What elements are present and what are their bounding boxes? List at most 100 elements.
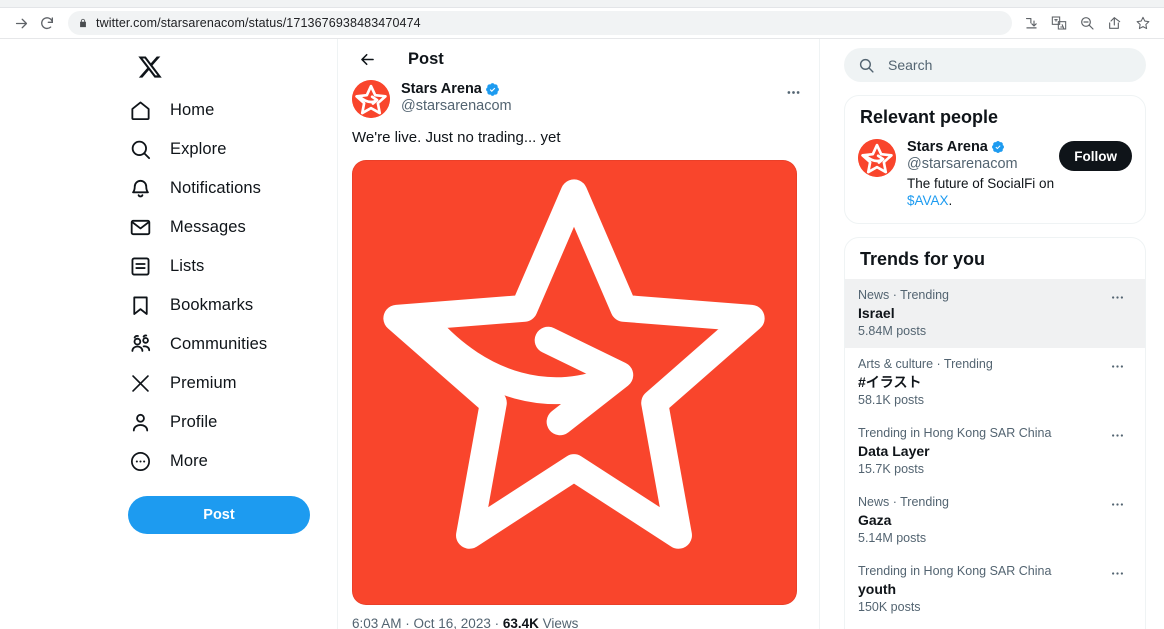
trend-row[interactable]: News · Trending Gaza 5.14M posts bbox=[845, 486, 1145, 555]
browser-tab-strip bbox=[0, 0, 1164, 8]
post-header: Post bbox=[338, 39, 819, 74]
sidebar-item-notifications[interactable]: Notifications bbox=[128, 169, 277, 208]
more-horizontal-icon[interactable] bbox=[1104, 425, 1130, 445]
post-timestamp-views: 6:03 AM · Oct 16, 2023 · 63.4K Views bbox=[338, 605, 819, 629]
post-author-row: Stars Arena @starsarenacom bbox=[338, 74, 819, 118]
post-views-label: Views bbox=[538, 616, 579, 629]
verified-badge-icon bbox=[485, 82, 500, 97]
search-icon bbox=[128, 137, 153, 162]
list-icon bbox=[128, 254, 153, 279]
avatar[interactable] bbox=[352, 80, 390, 118]
forward-arrow-icon[interactable] bbox=[8, 10, 34, 36]
follow-button[interactable]: Follow bbox=[1059, 141, 1132, 171]
trend-category: News · Trending bbox=[858, 495, 950, 509]
relevant-person-info: Stars Arena @starsarenacom The future of… bbox=[907, 139, 1059, 209]
trend-name: Gaza bbox=[858, 512, 892, 528]
sidebar-item-profile[interactable]: Profile bbox=[128, 403, 233, 442]
trend-post-count: 5.14M posts bbox=[858, 531, 927, 545]
sidebar-item-more[interactable]: More bbox=[128, 442, 224, 481]
sidebar-item-label: Notifications bbox=[170, 179, 261, 197]
post-media-image[interactable] bbox=[352, 160, 797, 605]
post-author-names: Stars Arena @starsarenacom bbox=[401, 80, 779, 114]
more-horizontal-icon[interactable] bbox=[1104, 287, 1130, 307]
zoom-out-icon[interactable] bbox=[1074, 10, 1100, 36]
trend-content: News · Trending Gaza 5.14M posts bbox=[858, 494, 1104, 546]
trend-row[interactable]: Trending in Hong Kong SAR China youth 15… bbox=[845, 555, 1145, 624]
translate-icon[interactable] bbox=[1046, 10, 1072, 36]
search-input[interactable] bbox=[888, 57, 1132, 73]
trend-row[interactable]: News · Trending Israel 5.84M posts bbox=[845, 279, 1145, 348]
trend-category: Trending in Hong Kong SAR China bbox=[858, 426, 1052, 440]
trend-row[interactable]: Trending in Hong Kong SAR China Islamic … bbox=[845, 624, 1145, 629]
sidebar-item-lists[interactable]: Lists bbox=[128, 247, 220, 286]
home-icon bbox=[128, 98, 153, 123]
people-icon bbox=[128, 332, 153, 357]
relevant-people-title: Relevant people bbox=[860, 107, 999, 127]
trend-row[interactable]: Trending in Hong Kong SAR China Data Lay… bbox=[845, 417, 1145, 486]
relevant-person-display-name: Stars Arena bbox=[907, 139, 988, 155]
trend-content: Arts & culture · Trending #イラスト 58.1K po… bbox=[858, 356, 1104, 408]
sidebar-item-bookmarks[interactable]: Bookmarks bbox=[128, 286, 269, 325]
bookmark-icon bbox=[128, 293, 153, 318]
address-bar[interactable]: twitter.com/starsarenacom/status/1713676… bbox=[68, 11, 1012, 35]
bell-icon bbox=[128, 176, 153, 201]
share-icon[interactable] bbox=[1102, 10, 1128, 36]
page-title: Post bbox=[408, 49, 444, 68]
sidebar-item-label: Bookmarks bbox=[170, 296, 254, 314]
browser-toolbar: twitter.com/starsarenacom/status/1713676… bbox=[0, 8, 1164, 39]
bio-suffix: . bbox=[948, 193, 953, 208]
trend-content: Trending in Hong Kong SAR China Data Lay… bbox=[858, 425, 1104, 477]
sidebar-item-label: Home bbox=[170, 101, 215, 119]
sidebar-item-label: Messages bbox=[170, 218, 246, 236]
trend-name: Data Layer bbox=[858, 443, 930, 459]
trend-category: Arts & culture · Trending bbox=[858, 357, 993, 371]
author-name-line: Stars Arena bbox=[401, 81, 779, 97]
verified-badge-icon bbox=[991, 140, 1006, 155]
download-icon[interactable] bbox=[1018, 10, 1044, 36]
x-logo-icon[interactable] bbox=[128, 45, 172, 89]
sidebar-item-home[interactable]: Home bbox=[128, 91, 230, 130]
bio-prefix: The future of SocialFi on bbox=[907, 176, 1055, 191]
sidebar-item-communities[interactable]: Communities bbox=[128, 325, 283, 364]
post-text: We're live. Just no trading... yet bbox=[352, 129, 561, 146]
trend-post-count: 58.1K posts bbox=[858, 393, 925, 407]
post-timestamp: 6:03 AM · Oct 16, 2023 · bbox=[352, 616, 503, 629]
search-icon bbox=[858, 57, 875, 74]
trend-content: News · Trending Israel 5.84M posts bbox=[858, 287, 1104, 339]
primary-sidebar: Home Explore Notifications Messages List bbox=[0, 39, 338, 629]
right-sidebar: Relevant people Stars Arena bbox=[820, 39, 1164, 629]
trend-name: youth bbox=[858, 581, 897, 597]
relevant-people-card: Relevant people Stars Arena @starsarenac… bbox=[844, 95, 1146, 224]
more-horizontal-icon[interactable] bbox=[1104, 356, 1130, 376]
reload-icon[interactable] bbox=[34, 10, 60, 36]
relevant-person-bio: The future of SocialFi on $AVAX. bbox=[907, 175, 1059, 209]
trend-category: Trending in Hong Kong SAR China bbox=[858, 564, 1052, 578]
post-views-count: 63.4K bbox=[502, 616, 539, 629]
back-arrow-icon[interactable] bbox=[352, 44, 382, 74]
more-circle-icon bbox=[128, 449, 153, 474]
more-horizontal-icon[interactable] bbox=[1104, 494, 1130, 514]
bio-cashtag-link[interactable]: $AVAX bbox=[907, 193, 949, 208]
sidebar-item-premium[interactable]: Premium bbox=[128, 364, 253, 403]
trend-name: #イラスト bbox=[858, 374, 922, 390]
trend-post-count: 5.84M posts bbox=[858, 324, 927, 338]
sidebar-item-label: Premium bbox=[170, 374, 237, 392]
search-bar[interactable] bbox=[844, 48, 1146, 82]
bookmark-star-icon[interactable] bbox=[1130, 10, 1156, 36]
relevant-person-handle: @starsarenacom bbox=[907, 156, 1018, 172]
sidebar-item-explore[interactable]: Explore bbox=[128, 130, 243, 169]
author-handle: @starsarenacom bbox=[401, 98, 512, 114]
trend-post-count: 150K posts bbox=[858, 600, 921, 614]
sidebar-item-messages[interactable]: Messages bbox=[128, 208, 262, 247]
sidebar-item-label: Communities bbox=[170, 335, 268, 353]
post-button[interactable]: Post bbox=[128, 496, 310, 534]
avatar[interactable] bbox=[858, 139, 896, 177]
trend-content: Trending in Hong Kong SAR China youth 15… bbox=[858, 563, 1104, 615]
trend-category: News · Trending bbox=[858, 288, 950, 302]
more-horizontal-icon[interactable] bbox=[1104, 563, 1130, 583]
relevant-person-row[interactable]: Stars Arena @starsarenacom The future of… bbox=[845, 137, 1145, 223]
x-icon bbox=[128, 371, 153, 396]
trends-card: Trends for you News · Trending Israel 5.… bbox=[844, 237, 1146, 629]
post-more-options-icon[interactable] bbox=[779, 80, 807, 104]
trend-row[interactable]: Arts & culture · Trending #イラスト 58.1K po… bbox=[845, 348, 1145, 417]
